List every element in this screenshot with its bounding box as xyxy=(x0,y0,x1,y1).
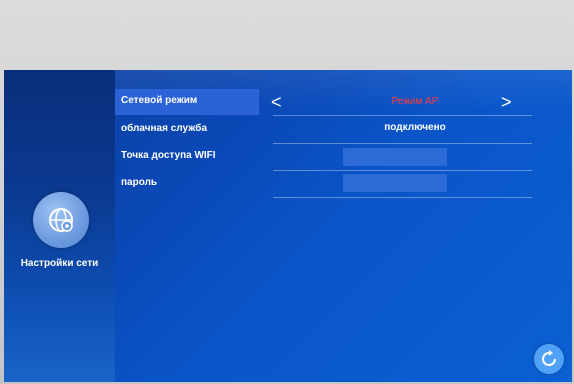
network-mode-value: Режим AP xyxy=(391,96,439,107)
device-screen: Настройки сети Сетевой режим < Режим AP … xyxy=(4,70,572,382)
network-mode-label: Сетевой режим xyxy=(121,95,198,106)
cloud-service-label: облачная служба xyxy=(121,123,208,134)
row-divider xyxy=(273,197,532,198)
next-arrow-icon[interactable]: > xyxy=(501,92,512,113)
sidebar: Настройки сети xyxy=(4,70,115,382)
prev-arrow-icon[interactable]: < xyxy=(271,92,282,113)
password-value xyxy=(343,174,447,192)
cloud-service-row[interactable]: облачная служба подключено xyxy=(115,117,572,143)
network-settings-icon[interactable] xyxy=(33,192,89,248)
password-row[interactable]: пароль xyxy=(115,171,572,197)
password-label: пароль xyxy=(121,177,158,188)
settings-list: Сетевой режим < Режим AP > облачная служ… xyxy=(115,70,572,210)
cloud-service-value: подключено xyxy=(384,122,446,133)
back-refresh-icon[interactable] xyxy=(534,344,564,374)
wifi-hotspot-value xyxy=(343,148,447,166)
row-divider xyxy=(273,115,532,116)
sidebar-label: Настройки сети xyxy=(20,258,99,269)
network-mode-row[interactable]: Сетевой режим < Режим AP > xyxy=(115,89,572,115)
wifi-hotspot-row[interactable]: Точка доступа WIFI xyxy=(115,144,572,170)
wifi-hotspot-label: Точка доступа WIFI xyxy=(121,150,216,161)
